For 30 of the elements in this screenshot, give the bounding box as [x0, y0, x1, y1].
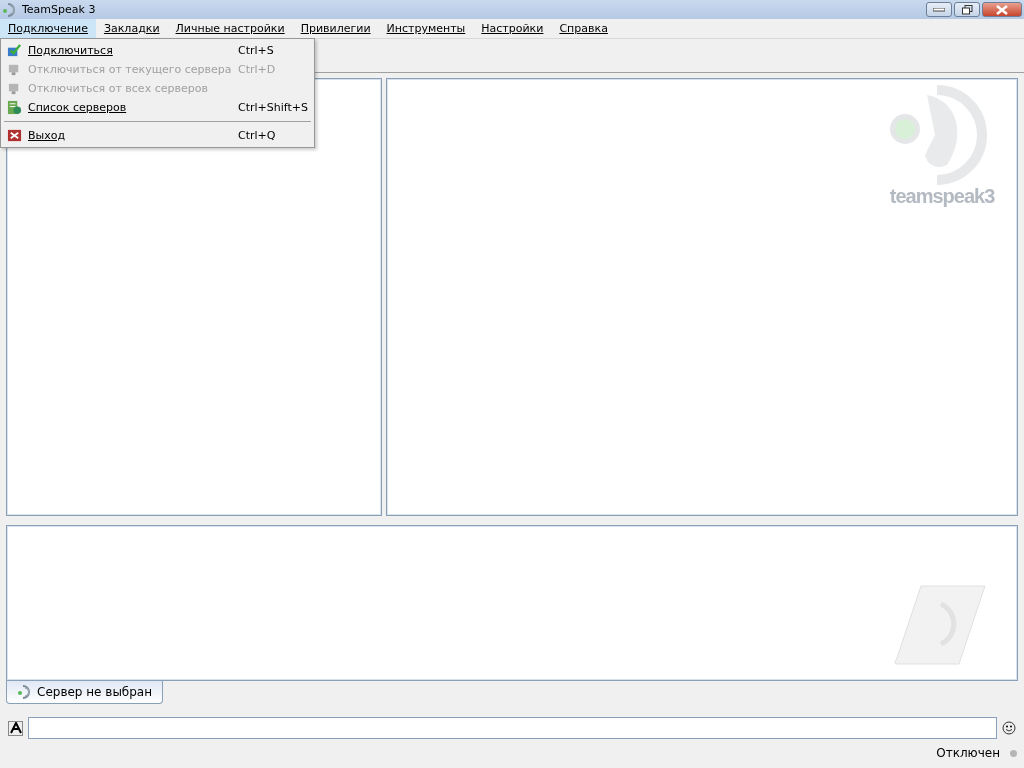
- window-title: TeamSpeak 3: [22, 3, 96, 16]
- notepad-icon: [891, 584, 987, 668]
- menu-entry[interactable]: Подключиться Ctrl+S: [1, 41, 314, 60]
- chat-input-field[interactable]: [28, 717, 997, 739]
- server-icon: [17, 684, 33, 700]
- menu-item[interactable]: Закладки: [95, 19, 168, 38]
- restore-button[interactable]: [954, 2, 980, 17]
- logo-text: teamspeak3: [889, 185, 995, 208]
- connect-icon: [7, 43, 22, 58]
- close-button[interactable]: [982, 2, 1022, 17]
- menu-item[interactable]: Настройки: [473, 19, 552, 38]
- app-icon: [2, 1, 18, 18]
- minimize-icon: [933, 7, 945, 12]
- exit-icon: [7, 128, 22, 143]
- close-icon: [996, 4, 1008, 15]
- menu-item[interactable]: Инструменты: [378, 19, 474, 38]
- minimize-button[interactable]: [926, 2, 952, 17]
- status-text: Отключен: [936, 746, 1000, 760]
- server-tab[interactable]: Сервер не выбран: [6, 681, 164, 704]
- status-dot-icon: [1010, 749, 1017, 757]
- smiley-icon[interactable]: [1002, 721, 1016, 735]
- menu-item[interactable]: Личные настройки: [167, 19, 293, 38]
- menu-item[interactable]: Привилегии: [292, 19, 379, 38]
- menu-item[interactable]: Справка: [551, 19, 616, 38]
- font-button[interactable]: [8, 720, 23, 736]
- server-list-icon: [7, 100, 22, 115]
- menu-item[interactable]: Подключение: [0, 19, 96, 38]
- menu-entry[interactable]: Выход Ctrl+Q: [1, 126, 314, 145]
- restore-icon: [961, 4, 973, 15]
- menu-entry[interactable]: Список серверов Ctrl+Shift+S: [1, 98, 314, 117]
